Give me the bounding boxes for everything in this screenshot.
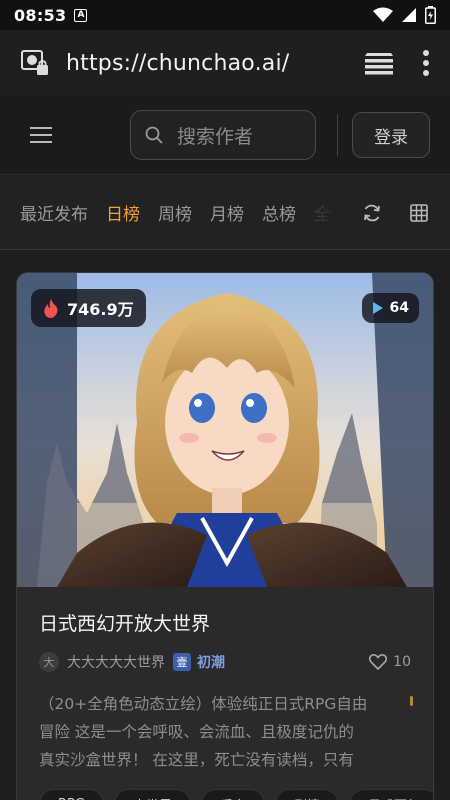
- more-vert-icon[interactable]: [422, 50, 430, 76]
- tab-recent[interactable]: 最近发布: [20, 200, 88, 225]
- tabs-stack-icon[interactable]: [364, 51, 394, 75]
- tag[interactable]: 后宫: [200, 789, 265, 800]
- tab-total[interactable]: 总榜: [262, 200, 296, 225]
- work-description: （20+全角色动态立绘）体验纯正日式RPG自由 冒险 这是一个会呼吸、会流血、且…: [39, 690, 413, 774]
- brand-name: 初潮: [197, 655, 225, 671]
- tag[interactable]: 日式西幻: [349, 789, 433, 800]
- url-field[interactable]: https://chunchao.ai/: [66, 51, 289, 76]
- tags-row: RPG 大世界 后宫 剧情 日式西幻: [39, 789, 433, 800]
- status-time: 08:53: [14, 5, 67, 25]
- cover-image[interactable]: 746.9万 64: [17, 273, 433, 587]
- popularity-badge: 746.9万: [31, 289, 146, 327]
- tag[interactable]: RPG: [39, 789, 104, 800]
- like-count: 10: [393, 654, 411, 670]
- refresh-icon[interactable]: [362, 203, 382, 223]
- ranking-tabs: 最近发布 日榜 周榜 月榜 总榜 全: [0, 174, 450, 250]
- header-divider: [337, 114, 338, 156]
- search-input[interactable]: 搜索作者: [130, 110, 316, 160]
- tab-weekly[interactable]: 周榜: [158, 200, 192, 225]
- search-placeholder: 搜索作者: [177, 125, 254, 148]
- description-line: （20+全角色动态立绘）体验纯正日式RPG自由: [39, 695, 368, 713]
- work-card[interactable]: 746.9万 64 日式西幻开放大世界 大 大大大大大世界 壹 初潮 10 （2…: [16, 272, 434, 800]
- work-title[interactable]: 日式西幻开放大世界: [39, 609, 411, 636]
- description-line: 真实沙盒世界！ 在这里，死亡没有读档，只有: [39, 751, 354, 769]
- site-header: 搜索作者 登录: [0, 96, 450, 174]
- author-name[interactable]: 大大大大大世界: [67, 652, 165, 672]
- play-icon: [372, 302, 383, 314]
- like-button[interactable]: 10: [369, 654, 411, 670]
- fire-icon: [44, 299, 58, 318]
- tag[interactable]: 剧情: [274, 789, 339, 800]
- tag[interactable]: 大世界: [113, 789, 191, 800]
- popularity-count: 746.9万: [67, 300, 134, 319]
- grid-view-icon[interactable]: [410, 204, 428, 222]
- author-avatar[interactable]: 大: [39, 652, 59, 672]
- search-icon: [145, 126, 163, 144]
- description-line: 冒险 这是一个会呼吸、会流血、且极度记仇的: [39, 723, 354, 741]
- signal-icon: [402, 8, 416, 22]
- menu-icon[interactable]: [30, 126, 52, 144]
- brand-badge: 壹: [173, 653, 191, 671]
- battery-icon: [425, 6, 436, 24]
- heart-icon: [369, 654, 388, 670]
- scroll-indicator: [410, 696, 413, 706]
- meta-row: 大 大大大大大世界 壹 初潮 10: [39, 650, 411, 674]
- tab-daily[interactable]: 日榜: [106, 200, 140, 225]
- tab-monthly[interactable]: 月榜: [210, 200, 244, 225]
- login-button[interactable]: 登录: [352, 112, 430, 158]
- browser-toolbar: https://chunchao.ai/: [0, 30, 450, 96]
- image-count: 64: [389, 300, 409, 316]
- tabs-fade: [300, 175, 340, 249]
- wifi-icon: [373, 7, 393, 22]
- status-bar: 08:53 A: [0, 0, 450, 30]
- site-info-icon[interactable]: [20, 48, 50, 78]
- image-count-badge: 64: [361, 293, 419, 323]
- notification-icon: A: [74, 8, 88, 22]
